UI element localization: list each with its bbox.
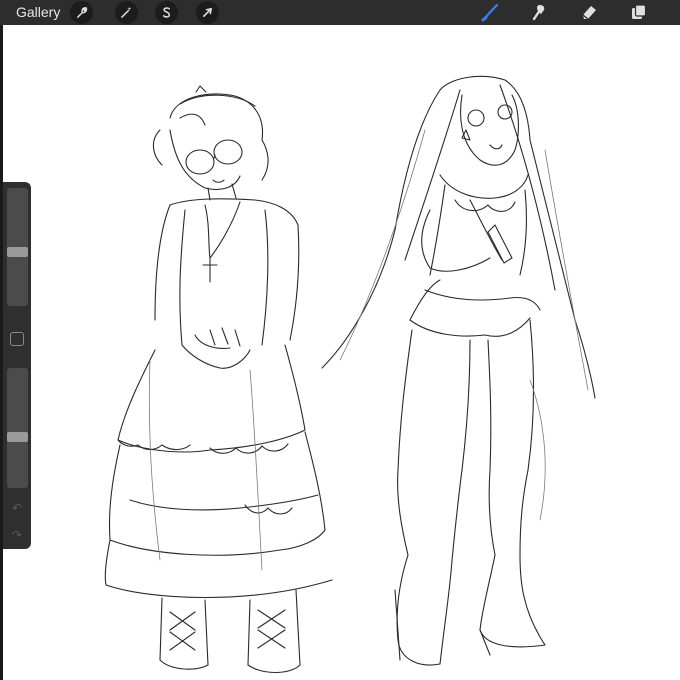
magic-wand-icon — [121, 6, 132, 18]
actions-button[interactable] — [70, 1, 93, 24]
eraser-icon — [582, 6, 596, 20]
top-toolbar: Gallery — [0, 0, 680, 25]
brush-opacity-slider[interactable] — [7, 368, 28, 488]
arrow-cursor-icon — [202, 7, 213, 18]
adjustments-button[interactable] — [115, 1, 138, 24]
brush-opacity-thumb[interactable] — [7, 432, 28, 442]
paint-tool-button[interactable] — [478, 0, 502, 24]
smudge-tool-button[interactable] — [527, 0, 551, 24]
gallery-button[interactable]: Gallery — [16, 2, 60, 22]
brush-size-thumb[interactable] — [7, 247, 28, 257]
sketch-artwork — [104, 75, 596, 674]
transform-button[interactable] — [196, 1, 219, 24]
selection-button[interactable] — [155, 1, 178, 24]
brush-sidebar: ↶ ↷ — [3, 182, 31, 549]
layers-icon — [632, 4, 647, 19]
brush-icon — [481, 3, 499, 22]
selection-s-icon — [162, 7, 171, 18]
layers-button[interactable] — [627, 0, 651, 24]
wrench-icon — [77, 7, 88, 18]
redo-icon[interactable]: ↷ — [9, 527, 25, 543]
brush-size-slider[interactable] — [7, 188, 28, 306]
undo-icon[interactable]: ↶ — [9, 500, 25, 516]
eraser-tool-button[interactable] — [577, 0, 601, 24]
smudge-icon — [532, 5, 545, 21]
drawing-canvas[interactable] — [0, 25, 680, 680]
modify-button[interactable] — [10, 332, 24, 346]
